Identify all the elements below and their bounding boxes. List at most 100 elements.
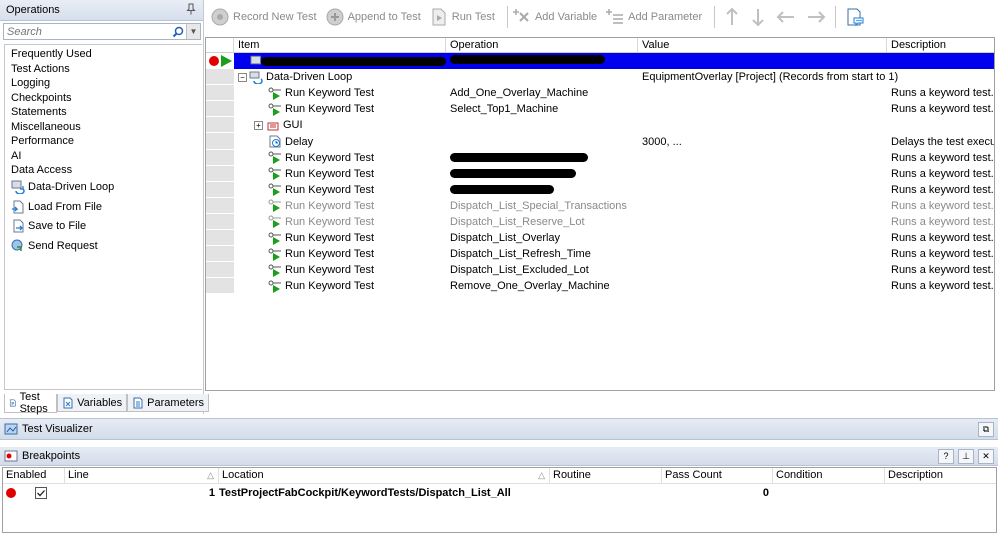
column-header-enabled[interactable]: Enabled bbox=[3, 468, 65, 483]
close-icon[interactable]: ✕ bbox=[978, 448, 994, 464]
add-parameter-button[interactable]: Add Parameter bbox=[605, 7, 702, 27]
table-row[interactable]: Run Keyword Test Dispatch_List_Special_T… bbox=[206, 197, 994, 214]
ops-item-data-access[interactable]: Data Access bbox=[5, 163, 202, 178]
run-keyword-test-icon bbox=[268, 215, 281, 229]
row-item: Run Keyword Test bbox=[234, 246, 446, 262]
operations-panel: Operations ▼ Frequently Used Test Action… bbox=[0, 0, 210, 415]
enabled-checkbox[interactable] bbox=[35, 486, 47, 499]
row-gutter bbox=[206, 181, 234, 198]
add-parameter-icon bbox=[606, 9, 624, 24]
add-variable-button[interactable]: Add Variable bbox=[512, 7, 597, 27]
ops-item-ai[interactable]: AI bbox=[5, 149, 202, 164]
breakpoints-icon bbox=[4, 450, 18, 461]
expand-icon[interactable]: + bbox=[254, 120, 263, 130]
column-header-pass-count[interactable]: Pass Count bbox=[662, 468, 773, 483]
variables-icon bbox=[63, 397, 73, 408]
row-item-label: Run Keyword Test bbox=[285, 280, 375, 293]
row-gutter bbox=[206, 278, 234, 295]
load-file-icon bbox=[12, 200, 24, 214]
move-left-icon[interactable] bbox=[776, 9, 796, 25]
row-operation: Dispatch_List_Reserve_Lot bbox=[450, 215, 585, 228]
comment-icon[interactable] bbox=[845, 7, 865, 27]
gui-icon bbox=[267, 122, 279, 131]
run-keyword-test-icon bbox=[268, 280, 281, 293]
table-row[interactable]: Run Keyword Test Dispatch_List_Overlay R… bbox=[206, 230, 994, 247]
ops-item-logging[interactable]: Logging bbox=[5, 76, 202, 91]
column-header-location[interactable]: Location △ bbox=[219, 468, 550, 483]
toolbar-separator bbox=[835, 6, 837, 28]
append-to-test-button[interactable]: Append to Test bbox=[325, 7, 421, 27]
ops-item-data-driven-loop[interactable]: Data-Driven Loop bbox=[5, 178, 202, 198]
search-input[interactable] bbox=[4, 24, 170, 39]
row-operation: Dispatch_List_Overlay bbox=[450, 232, 561, 245]
column-header-value[interactable]: Value bbox=[638, 38, 887, 52]
tab-parameters[interactable]: Parameters bbox=[127, 394, 210, 412]
record-new-test-button[interactable]: Record New Test bbox=[210, 7, 317, 27]
table-row[interactable]: Run Keyword Test Add_One_Overlay_Machine… bbox=[206, 85, 994, 102]
row-value: EquipmentOverlay [Project] (Records from… bbox=[642, 71, 899, 84]
loop-icon bbox=[11, 180, 25, 195]
search-icon[interactable] bbox=[170, 24, 186, 39]
pin-icon[interactable] bbox=[185, 3, 197, 18]
table-row[interactable]: Run Keyword Test Runs a keyword test. bbox=[206, 149, 994, 166]
table-row[interactable]: Run Keyword Test Remove_One_Overlay_Mach… bbox=[206, 278, 994, 295]
row-gutter bbox=[206, 149, 234, 166]
table-row[interactable]: Run Keyword Test Select_Top1_Machine Run… bbox=[206, 101, 994, 118]
ops-item-load-from-file[interactable]: Load From File bbox=[5, 197, 202, 217]
breakpoint-row[interactable]: 1 TestProjectFabCockpit/KeywordTests/Dis… bbox=[3, 484, 996, 501]
ops-item-miscellaneous[interactable]: Miscellaneous bbox=[5, 120, 202, 135]
table-row[interactable]: Delay 3000, ... Delays the test execut..… bbox=[206, 133, 994, 150]
table-row[interactable]: Run Keyword Test Dispatch_List_Refresh_T… bbox=[206, 246, 994, 263]
ops-item-send-request[interactable]: Send Request bbox=[5, 236, 202, 256]
move-right-icon[interactable] bbox=[806, 9, 826, 25]
table-row[interactable] bbox=[206, 53, 994, 70]
restore-icon[interactable]: ⧉ bbox=[978, 421, 994, 437]
column-header-item[interactable]: Item bbox=[234, 38, 446, 52]
column-header-description[interactable]: Description bbox=[885, 468, 996, 483]
test-visualizer-bar[interactable]: Test Visualizer ⧉ bbox=[0, 418, 998, 440]
column-header-line[interactable]: Line △ bbox=[65, 468, 219, 483]
move-down-icon[interactable] bbox=[750, 7, 766, 27]
sort-icon: △ bbox=[207, 470, 214, 480]
move-up-icon[interactable] bbox=[724, 7, 740, 27]
ops-item-performance[interactable]: Performance bbox=[5, 134, 202, 149]
column-header-condition[interactable]: Condition bbox=[773, 468, 885, 483]
ops-item-checkpoints[interactable]: Checkpoints bbox=[5, 91, 202, 106]
append-icon bbox=[326, 8, 344, 26]
table-row[interactable]: − Data-Driven Loop EquipmentOverlay [Pro… bbox=[206, 69, 994, 86]
column-header-operation[interactable]: Operation bbox=[446, 38, 638, 52]
record-new-test-label: Record New Test bbox=[233, 11, 317, 23]
breakpoint-icon[interactable] bbox=[208, 55, 220, 67]
collapse-icon[interactable]: − bbox=[238, 72, 247, 82]
search-dropdown-button[interactable]: ▼ bbox=[186, 24, 200, 39]
table-row[interactable]: Run Keyword Test Runs a keyword test. bbox=[206, 181, 994, 198]
test-steps-icon bbox=[9, 399, 16, 407]
row-description: Runs a keyword test. bbox=[891, 215, 994, 228]
table-row[interactable]: Run Keyword Test Dispatch_List_Excluded_… bbox=[206, 262, 994, 279]
breakpoints-header: Breakpoints ? ⊥ ✕ bbox=[0, 447, 998, 466]
ops-item-test-actions[interactable]: Test Actions bbox=[5, 62, 202, 77]
save-file-icon bbox=[13, 219, 24, 233]
table-row[interactable]: Run Keyword Test Runs a keyword test. bbox=[206, 165, 994, 182]
ops-item-save-to-file[interactable]: Save to File bbox=[5, 217, 202, 237]
run-keyword-test-icon bbox=[268, 264, 281, 277]
ops-item-statements[interactable]: Statements bbox=[5, 105, 202, 120]
column-header-routine[interactable]: Routine bbox=[550, 468, 662, 483]
run-test-button[interactable]: Run Test bbox=[429, 7, 495, 27]
run-keyword-test-icon bbox=[268, 183, 281, 197]
table-row[interactable]: Run Keyword Test Dispatch_List_Reserve_L… bbox=[206, 213, 994, 231]
ops-item-frequently-used[interactable]: Frequently Used bbox=[5, 47, 202, 62]
tab-test-steps[interactable]: Test Steps bbox=[4, 391, 58, 415]
row-operation: Dispatch_List_Excluded_Lot bbox=[450, 264, 589, 277]
help-icon[interactable]: ? bbox=[938, 448, 954, 464]
row-description: Delays the test execut... bbox=[891, 135, 994, 148]
run-keyword-test-icon bbox=[268, 103, 281, 116]
pin-icon[interactable]: ⊥ bbox=[958, 448, 974, 464]
row-item: Run Keyword Test bbox=[234, 214, 446, 230]
tab-variables[interactable]: Variables bbox=[57, 394, 128, 412]
column-header-description[interactable]: Description bbox=[887, 38, 994, 52]
row-operation: Add_One_Overlay_Machine bbox=[450, 87, 589, 100]
table-row[interactable]: + GUI bbox=[206, 117, 994, 134]
row-item: Run Keyword Test bbox=[234, 278, 446, 294]
redacted-text bbox=[450, 153, 588, 163]
